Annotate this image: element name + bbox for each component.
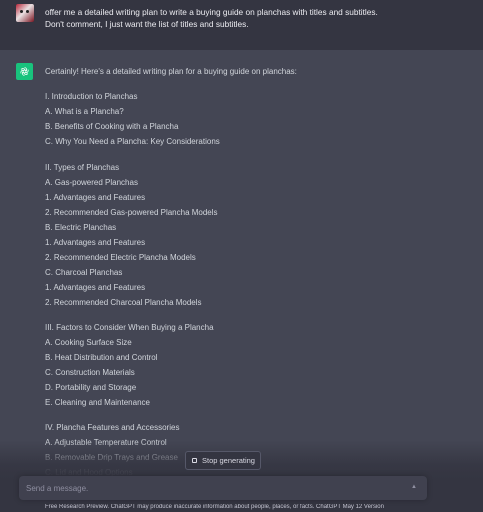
user-message-line: Don't comment, I just want the list of t… — [45, 19, 249, 29]
assistant-intro: Certainly! Here's a detailed writing pla… — [45, 67, 297, 76]
user-avatar — [16, 4, 34, 22]
outline-item: A. Gas-powered Planchas — [45, 178, 138, 187]
outline-item: C. Why You Need a Plancha: Key Considera… — [45, 137, 220, 146]
footer-disclaimer: Free Research Preview. ChatGPT may produ… — [45, 504, 384, 510]
outline-item: III. Factors to Consider When Buying a P… — [45, 323, 214, 332]
stop-generating-button[interactable]: Stop generating — [185, 451, 261, 470]
send-icon[interactable]: ▲ — [411, 484, 417, 490]
message-input[interactable] — [26, 480, 396, 496]
stop-icon — [192, 458, 197, 463]
outline-item: 1. Advantages and Features — [45, 193, 146, 202]
outline-item: B. Benefits of Cooking with a Plancha — [45, 122, 179, 131]
outline-item: 2. Recommended Charcoal Plancha Models — [45, 298, 202, 307]
outline-item: C. Construction Materials — [45, 368, 135, 377]
outline-item: B. Electric Planchas — [45, 223, 117, 232]
user-message: offer me a detailed writing plan to writ… — [0, 0, 483, 50]
outline-item: I. Introduction to Planchas — [45, 92, 138, 101]
user-message-line: offer me a detailed writing plan to writ… — [45, 7, 378, 17]
outline-item: 1. Advantages and Features — [45, 238, 146, 247]
outline-item: 1. Advantages and Features — [45, 283, 146, 292]
outline-item: E. Cleaning and Maintenance — [45, 398, 150, 407]
outline-item: II. Types of Planchas — [45, 163, 120, 172]
outline-item: A. What is a Plancha? — [45, 107, 124, 116]
outline-item: B. Heat Distribution and Control — [45, 353, 158, 362]
message-composer[interactable]: ▲ — [19, 476, 427, 500]
outline-item: IV. Plancha Features and Accessories — [45, 423, 180, 432]
outline-item: C. Charcoal Planchas — [45, 268, 123, 277]
outline-item: 2. Recommended Gas-powered Plancha Model… — [45, 208, 218, 217]
outline-item: 2. Recommended Electric Plancha Models — [45, 253, 196, 262]
stop-generating-label: Stop generating — [202, 456, 255, 465]
user-message-text: offer me a detailed writing plan to writ… — [45, 6, 465, 30]
chatgpt-logo-icon — [16, 63, 33, 80]
outline-item: D. Portability and Storage — [45, 383, 137, 392]
outline-item: A. Cooking Surface Size — [45, 338, 132, 347]
